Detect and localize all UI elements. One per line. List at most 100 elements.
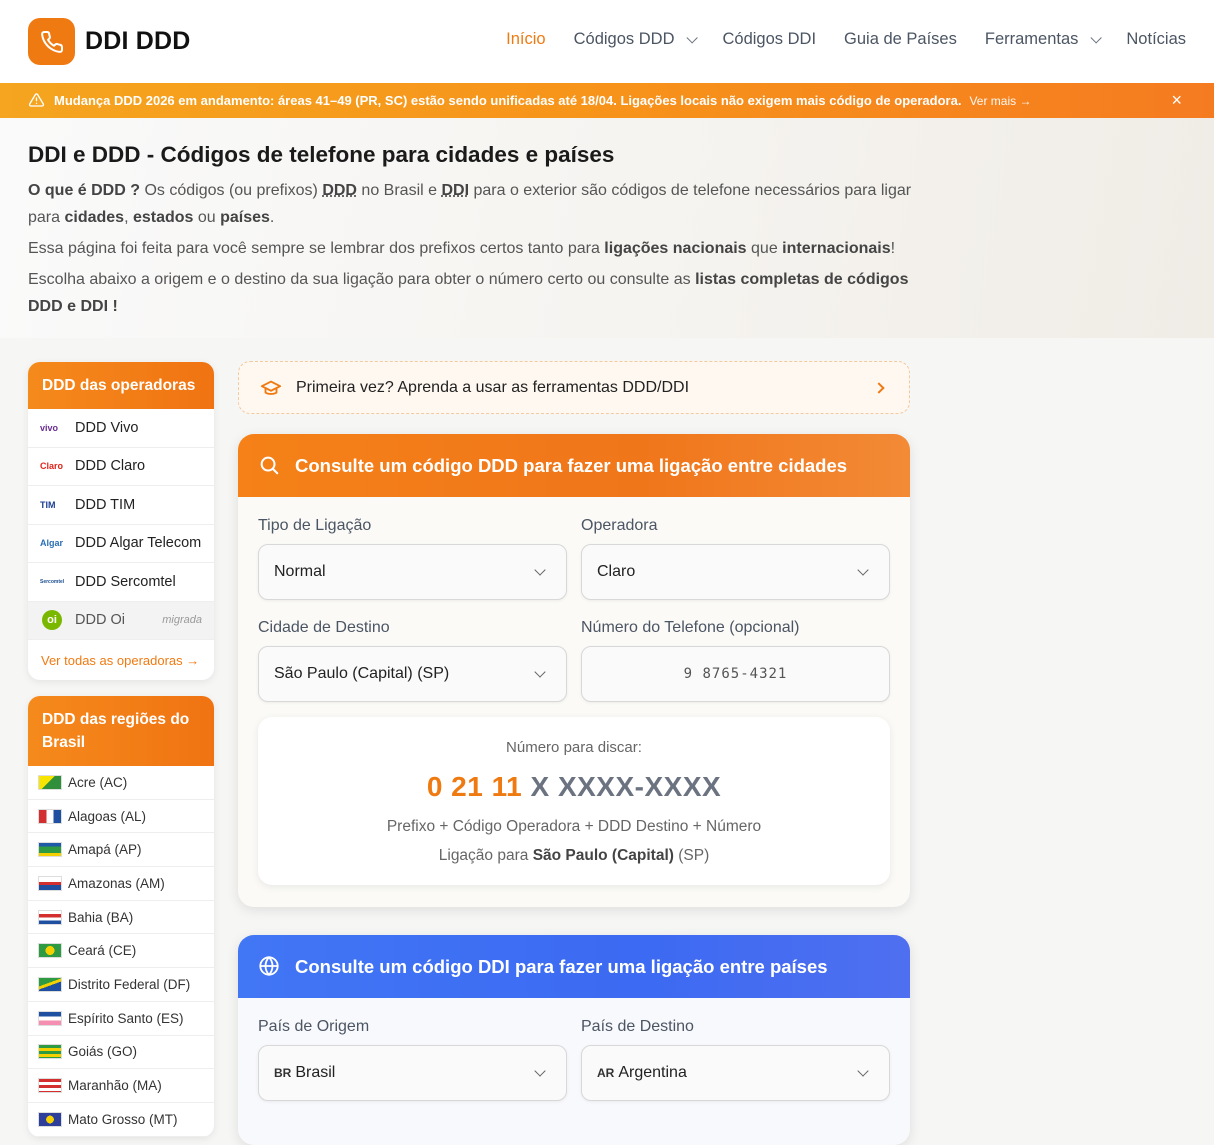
nav-ferramentas[interactable]: Ferramentas [985, 30, 1103, 49]
nav-guia-paises[interactable]: Guia de Países [844, 30, 957, 49]
nav-inicio[interactable]: Início [506, 30, 545, 49]
operators-title: DDD das operadoras [28, 362, 214, 409]
pais-destino-select[interactable]: AR Argentina [581, 1045, 890, 1101]
chevron-down-icon [534, 666, 546, 678]
tipo-ligacao-select[interactable]: Normal [258, 544, 567, 600]
regions-title: DDD das regiões do Brasil [28, 696, 214, 766]
state-flag-icon [38, 1010, 62, 1026]
pais-origem-select[interactable]: BR Brasil [258, 1045, 567, 1101]
warning-icon [28, 93, 45, 107]
region-item[interactable]: Acre (AC) [28, 766, 214, 800]
state-flag-icon [38, 1111, 62, 1127]
ddd-panel-header: Consulte um código DDD para fazer uma li… [238, 434, 910, 497]
operator-label: DDD TIM [75, 496, 136, 513]
operator-item[interactable]: vivo DDD Vivo [28, 409, 214, 448]
nav-noticias[interactable]: Notícias [1126, 30, 1186, 49]
ddd-panel: Consulte um código DDD para fazer uma li… [238, 434, 910, 907]
state-flag-icon [38, 808, 62, 824]
operator-label: DDD Oi [75, 612, 125, 629]
logo-text[interactable]: DDI DDD [85, 27, 191, 56]
region-label: Amazonas (AM) [68, 875, 165, 891]
region-item[interactable]: Espírito Santo (ES) [28, 1002, 214, 1036]
region-label: Espírito Santo (ES) [68, 1010, 184, 1026]
intro-section: DDI e DDD - Códigos de telefone para cid… [0, 118, 1214, 338]
operators-card: DDD das operadoras vivo DDD Vivo Claro DDD … [28, 362, 214, 680]
chevron-down-icon [534, 564, 546, 576]
region-label: Ceará (CE) [68, 943, 137, 959]
region-item[interactable]: Distrito Federal (DF) [28, 968, 214, 1002]
telefone-label: Número do Telefone (opcional) [581, 619, 800, 636]
banner-text: Mudança DDD 2026 em andamento: áreas 41–… [54, 93, 1032, 108]
ddi-panel-header: Consulte um código DDI para fazer uma li… [238, 935, 910, 998]
migrated-tag: migrada [162, 614, 202, 627]
state-flag-icon [38, 943, 62, 959]
operator-item[interactable]: TIM DDD TIM [28, 486, 214, 525]
chevron-down-icon [686, 31, 699, 44]
ddi-panel-title: Consulte um código DDI para fazer uma li… [295, 955, 828, 977]
result-label: Número para discar: [506, 739, 642, 756]
chevron-down-icon [534, 1065, 546, 1077]
region-label: Mato Grosso (MT) [68, 1111, 178, 1127]
tipo-ligacao-label: Tipo de Ligação [258, 517, 372, 534]
region-item[interactable]: Maranhão (MA) [28, 1069, 214, 1103]
state-flag-icon [38, 774, 62, 790]
result-destination: Ligação para São Paulo (Capital) (SP) [438, 847, 710, 864]
banner-link[interactable]: Ver mais → [969, 94, 1031, 108]
close-icon[interactable]: × [1171, 90, 1182, 111]
operator-logo-icon: Algar [40, 538, 64, 549]
operator-label: DDD Claro [75, 458, 146, 475]
region-item[interactable]: Amazonas (AM) [28, 867, 214, 901]
operator-logo-icon: Claro [40, 461, 64, 472]
region-label: Distrito Federal (DF) [68, 976, 191, 992]
cidade-destino-select[interactable]: São Paulo (Capital) (SP) [258, 646, 567, 702]
chevron-down-icon [1090, 31, 1103, 44]
state-flag-icon [38, 909, 62, 925]
logo-phone-icon[interactable] [28, 18, 75, 65]
tutorial-text: Primeira vez? Aprenda a usar as ferramen… [296, 379, 690, 396]
globe-icon [259, 955, 279, 977]
region-label: Alagoas (AL) [68, 808, 147, 824]
chevron-right-icon [873, 382, 885, 394]
region-label: Maranhão (MA) [68, 1078, 162, 1094]
operadora-select[interactable]: Claro [581, 544, 890, 600]
operadora-label: Operadora [581, 517, 658, 534]
operator-logo-icon: Sercomtel [40, 578, 65, 585]
region-item[interactable]: Alagoas (AL) [28, 800, 214, 834]
operator-item[interactable]: Sercomtel DDD Sercomtel [28, 563, 214, 602]
result-box: Número para discar: 0 21 11 X XXXX-XXXX … [258, 717, 890, 885]
tutorial-banner[interactable]: Primeira vez? Aprenda a usar as ferramen… [238, 361, 910, 414]
state-flag-icon [38, 842, 62, 858]
cidade-destino-label: Cidade de Destino [258, 619, 390, 636]
region-label: Goiás (GO) [68, 1044, 138, 1060]
nav-codigos-ddi[interactable]: Códigos DDI [722, 30, 816, 49]
state-flag-icon [38, 1044, 62, 1060]
operator-item[interactable]: oi DDD Oi migrada [28, 601, 214, 640]
chevron-down-icon [857, 1065, 869, 1077]
operator-item[interactable]: Algar DDD Algar Telecom [28, 525, 214, 563]
see-all-operators-link[interactable]: Ver todas as operadoras → [28, 640, 214, 680]
operator-label: DDD Vivo [75, 419, 139, 436]
intro-paragraph-3: Escolha abaixo a origem e o destino da s… [28, 271, 909, 315]
region-label: Acre (AC) [68, 774, 128, 790]
operator-logo-icon: vivo [40, 422, 59, 433]
state-flag-icon [38, 1078, 62, 1094]
region-item[interactable]: Amapá (AP) [28, 833, 214, 868]
telefone-input[interactable]: 9 8765-4321 [581, 646, 890, 702]
region-label: Bahia (BA) [68, 909, 134, 925]
operator-item[interactable]: Claro DDD Claro [28, 448, 214, 486]
result-legend: Prefixo + Código Operadora + DDD Destino… [386, 818, 762, 835]
pais-destino-label: País de Destino [581, 1018, 694, 1035]
graduation-cap-icon [260, 380, 282, 395]
regions-card: DDD das regiões do Brasil Acre (AC) Alago… [28, 696, 214, 1137]
region-item[interactable]: Ceará (CE) [28, 934, 214, 969]
page-title: DDI e DDD - Códigos de telefone para cid… [28, 142, 615, 167]
chevron-down-icon [857, 564, 869, 576]
region-item[interactable]: Mato Grosso (MT) [28, 1103, 214, 1137]
ddi-panel: Consulte um código DDI para fazer uma li… [238, 935, 910, 1145]
region-item[interactable]: Goiás (GO) [28, 1036, 214, 1070]
operator-label: DDD Algar Telecom [75, 535, 202, 552]
nav-codigos-ddd[interactable]: Códigos DDD [574, 30, 699, 49]
region-label: Amapá (AP) [68, 842, 142, 858]
intro-paragraph-2: Essa página foi feita para você sempre s… [28, 240, 896, 257]
region-item[interactable]: Bahia (BA) [28, 901, 214, 935]
